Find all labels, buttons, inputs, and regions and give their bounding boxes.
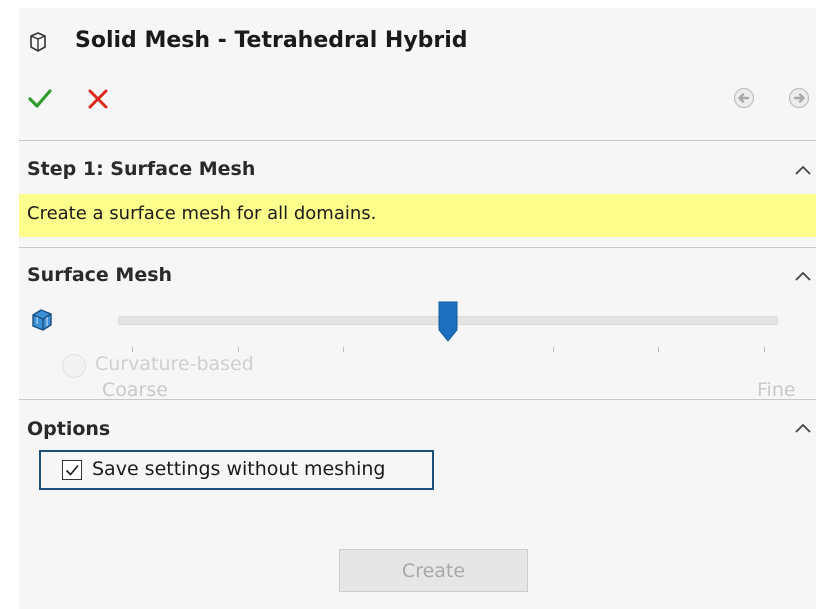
step-divider bbox=[19, 247, 816, 248]
slider-min-label: Coarse bbox=[102, 379, 168, 401]
ok-check-icon[interactable] bbox=[27, 86, 53, 112]
mesh-density-icon bbox=[30, 306, 54, 332]
surface-mesh-title: Surface Mesh bbox=[27, 264, 173, 286]
curvature-based-label: Curvature-based bbox=[95, 353, 254, 375]
collapse-step-chevron-icon[interactable] bbox=[793, 162, 813, 176]
solid-part-icon bbox=[28, 31, 48, 53]
property-manager-panel bbox=[19, 8, 816, 609]
mesh-density-slider-thumb[interactable] bbox=[438, 301, 458, 343]
step-title: Step 1: Surface Mesh bbox=[27, 158, 256, 180]
slider-tick bbox=[132, 347, 133, 352]
collapse-surface-mesh-chevron-icon[interactable] bbox=[793, 268, 813, 282]
cancel-x-icon[interactable] bbox=[86, 86, 110, 112]
slider-tick bbox=[764, 347, 765, 352]
page-title: Solid Mesh - Tetrahedral Hybrid bbox=[75, 28, 468, 53]
slider-tick bbox=[658, 347, 659, 352]
save-settings-label[interactable]: Save settings without meshing bbox=[92, 458, 385, 480]
slider-tick bbox=[553, 347, 554, 352]
collapse-options-chevron-icon[interactable] bbox=[793, 420, 813, 434]
slider-tick bbox=[238, 347, 239, 352]
slider-tick bbox=[343, 347, 344, 352]
step-hint-text: Create a surface mesh for all domains. bbox=[27, 203, 377, 224]
forward-arrow-icon[interactable] bbox=[788, 87, 810, 109]
curvature-based-radio[interactable] bbox=[62, 354, 86, 378]
header-divider bbox=[19, 140, 816, 141]
checkmark-icon bbox=[65, 464, 79, 476]
step-hint-bar: Create a surface mesh for all domains. bbox=[19, 194, 816, 237]
surface-mesh-divider bbox=[19, 399, 816, 400]
slider-max-label: Fine bbox=[757, 379, 796, 401]
save-settings-option[interactable]: Save settings without meshing bbox=[39, 450, 434, 490]
create-button[interactable]: Create bbox=[339, 549, 528, 592]
save-settings-checkbox[interactable] bbox=[62, 460, 82, 480]
back-arrow-icon[interactable] bbox=[733, 87, 755, 109]
options-title: Options bbox=[27, 418, 111, 440]
